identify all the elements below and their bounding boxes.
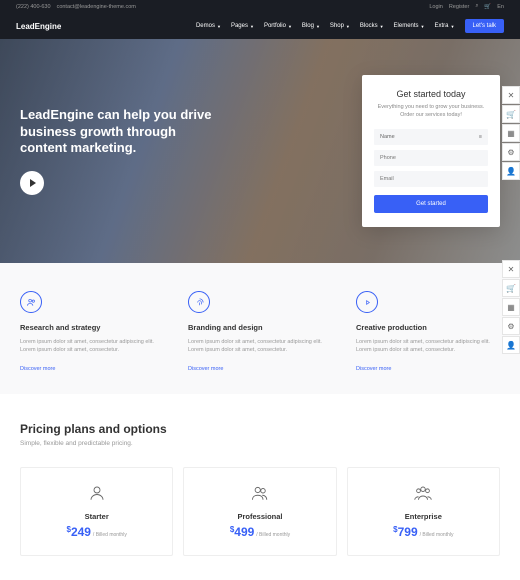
feature-desc: Lorem ipsum dolor sit amet, consectetur … [20, 338, 164, 355]
get-started-button[interactable]: Get started [374, 195, 488, 213]
chevron-down-icon: ▼ [316, 24, 320, 29]
name-select[interactable]: Name≡ [374, 129, 488, 145]
discover-link[interactable]: Discover more [20, 366, 55, 372]
hero: LeadEngine can help you drive business g… [0, 39, 520, 263]
users-icon [20, 291, 42, 313]
widget-settings-icon[interactable]: ⚙ [502, 143, 520, 161]
nav-blocks[interactable]: Blocks▼ [360, 23, 384, 29]
widget-user-icon[interactable]: 👤 [502, 336, 520, 354]
navbar: LeadEngine Demos▼ Pages▼ Portfolio▼ Blog… [0, 13, 520, 39]
people-icon [194, 484, 325, 504]
feature-desc: Lorem ipsum dolor sit amet, consectetur … [188, 338, 332, 355]
feature-title: Branding and design [188, 323, 332, 332]
chevron-down-icon: ▼ [346, 24, 350, 29]
plan-starter[interactable]: Starter $249 / Billed monthly [20, 467, 173, 556]
signup-form: Get started today Everything you need to… [362, 75, 500, 227]
plan-price: 499 [234, 525, 254, 539]
side-toolbar: ✕ 🛒 ▦ ⚙ 👤 [502, 86, 520, 180]
widget-cart-icon[interactable]: 🛒 [502, 105, 520, 123]
plan-period: / Billed monthly [256, 532, 290, 538]
plan-name: Professional [194, 512, 325, 521]
nav-demos[interactable]: Demos▼ [196, 23, 221, 29]
widget-layout-icon[interactable]: ▦ [502, 298, 520, 316]
discover-link[interactable]: Discover more [356, 366, 391, 372]
widget-close-icon[interactable]: ✕ [502, 260, 520, 278]
register-link[interactable]: Register [449, 4, 469, 10]
widget-close-icon[interactable]: ✕ [502, 86, 520, 104]
chevron-down-icon: ▼ [421, 24, 425, 29]
email-link[interactable]: contact@leadengine-theme.com [57, 4, 136, 10]
plan-price: 799 [398, 525, 418, 539]
login-link[interactable]: Login [429, 4, 442, 10]
feature-research: Research and strategy Lorem ipsum dolor … [20, 291, 164, 372]
hero-title: LeadEngine can help you drive business g… [20, 107, 220, 158]
discover-link[interactable]: Discover more [188, 366, 223, 372]
chevron-down-icon: ▼ [250, 24, 254, 29]
chevron-down-icon: ▼ [288, 24, 292, 29]
widget-cart-icon[interactable]: 🛒 [502, 279, 520, 297]
feature-desc: Lorem ipsum dolor sit amet, consectetur … [356, 338, 500, 355]
chevron-down-icon: ▼ [217, 24, 221, 29]
chevron-down-icon: ▼ [451, 24, 455, 29]
plan-name: Enterprise [358, 512, 489, 521]
feature-title: Research and strategy [20, 323, 164, 332]
plan-price: 249 [71, 525, 91, 539]
play-icon [30, 179, 36, 187]
phone-link[interactable]: (222) 400-630 [16, 4, 51, 10]
pricing-title: Pricing plans and options [20, 422, 500, 436]
logo[interactable]: LeadEngine [16, 22, 61, 31]
plan-professional[interactable]: Professional $499 / Billed monthly [183, 467, 336, 556]
pricing-subtitle: Simple, flexible and predictable pricing… [20, 440, 500, 447]
cart-icon[interactable]: 🛒 [484, 4, 491, 10]
nav-blog[interactable]: Blog▼ [302, 23, 320, 29]
email-input[interactable] [374, 171, 488, 187]
feature-creative: Creative production Lorem ipsum dolor si… [356, 291, 500, 372]
topbar: (222) 400-630 contact@leadengine-theme.c… [0, 0, 520, 13]
form-title: Get started today [374, 89, 488, 99]
widget-user-icon[interactable]: 👤 [502, 162, 520, 180]
nav-shop[interactable]: Shop▼ [330, 23, 350, 29]
nav-pages[interactable]: Pages▼ [231, 23, 254, 29]
nav-elements[interactable]: Elements▼ [394, 23, 425, 29]
feature-branding: Branding and design Lorem ipsum dolor si… [188, 291, 332, 372]
nav-portfolio[interactable]: Portfolio▼ [264, 23, 292, 29]
lets-talk-button[interactable]: Let's talk [465, 19, 505, 33]
pricing-section: Pricing plans and options Simple, flexib… [0, 394, 520, 556]
select-icon: ≡ [479, 134, 482, 140]
side-toolbar-2: ✕ 🛒 ▦ ⚙ 👤 [502, 260, 520, 354]
fingerprint-icon [188, 291, 210, 313]
play-button[interactable] [20, 171, 44, 195]
lang-select[interactable]: En [497, 4, 504, 10]
widget-settings-icon[interactable]: ⚙ [502, 317, 520, 335]
plan-period: / Billed monthly [420, 532, 454, 538]
plan-period: / Billed monthly [93, 532, 127, 538]
person-icon [31, 484, 162, 504]
play-circle-icon [356, 291, 378, 313]
chevron-down-icon: ▼ [380, 24, 384, 29]
feature-title: Creative production [356, 323, 500, 332]
plan-enterprise[interactable]: Enterprise $799 / Billed monthly [347, 467, 500, 556]
search-icon[interactable]: ⌕ [475, 3, 478, 10]
widget-layout-icon[interactable]: ▦ [502, 124, 520, 142]
group-icon [358, 484, 489, 504]
plan-name: Starter [31, 512, 162, 521]
form-subtitle: Everything you need to grow your busines… [374, 104, 488, 119]
nav-extra[interactable]: Extra▼ [435, 23, 455, 29]
phone-input[interactable] [374, 150, 488, 166]
features-section: Research and strategy Lorem ipsum dolor … [0, 263, 520, 394]
